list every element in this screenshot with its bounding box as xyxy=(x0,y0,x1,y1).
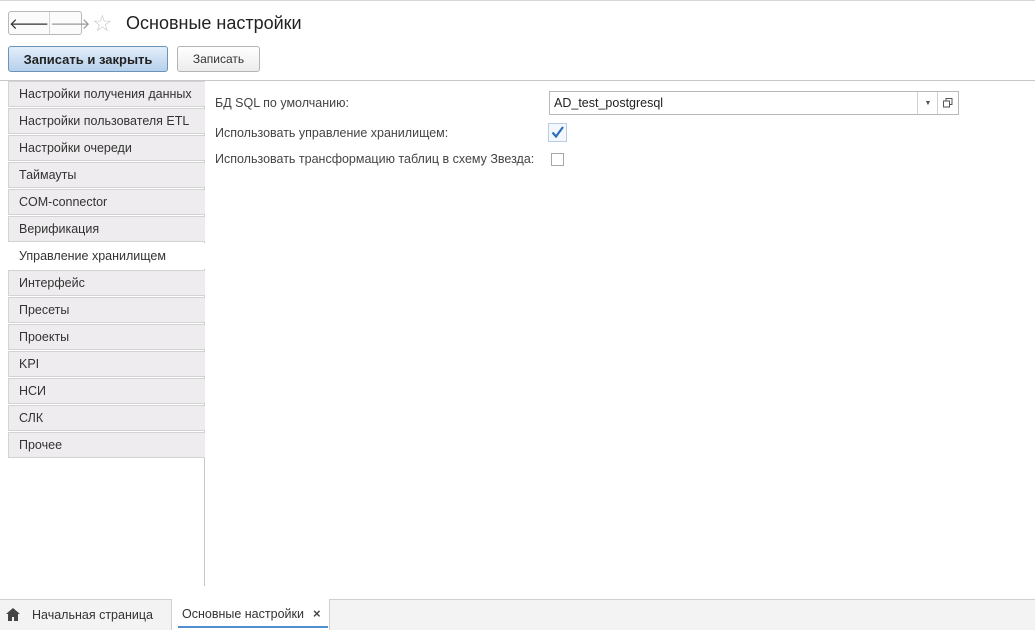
db-sql-label: БД SQL по умолчанию: xyxy=(215,96,349,110)
dropdown-button[interactable]: ▼ xyxy=(917,92,938,114)
close-icon[interactable]: × xyxy=(313,606,321,621)
db-sql-value: AD_test_postgresql xyxy=(554,96,664,110)
tab-main-settings-label: Основные настройки xyxy=(182,607,304,621)
home-icon[interactable] xyxy=(6,608,20,621)
sidebar-item-interface[interactable]: Интерфейс xyxy=(8,270,205,296)
save-button[interactable]: Записать xyxy=(177,46,260,72)
favorite-star-icon[interactable]: ☆ xyxy=(92,10,113,36)
sidebar-item-slk[interactable]: СЛК xyxy=(8,405,205,431)
storage-management-checkbox[interactable] xyxy=(548,123,567,142)
settings-panel: БД SQL по умолчанию: AD_test_postgresql … xyxy=(205,81,1035,586)
sidebar-item-timeouts[interactable]: Таймауты xyxy=(8,162,205,188)
open-reference-button[interactable] xyxy=(937,92,958,114)
home-tab-label[interactable]: Начальная страница xyxy=(32,608,153,622)
checkmark-icon xyxy=(551,126,564,139)
sidebar-item-kpi[interactable]: KPI xyxy=(8,351,205,377)
forward-arrow-icon: 🡒 xyxy=(50,15,91,33)
page-title: Основные настройки xyxy=(126,13,302,33)
star-schema-checkbox[interactable] xyxy=(551,153,564,166)
dropdown-arrow-icon: ▼ xyxy=(924,99,932,107)
sidebar-item-com-connector[interactable]: COM-connector xyxy=(8,189,205,215)
sidebar-item-etl-user[interactable]: Настройки пользователя ETL xyxy=(8,108,205,134)
storage-management-label: Использовать управление хранилищем: xyxy=(215,126,449,140)
back-arrow-icon: 🡐 xyxy=(9,15,50,33)
sidebar-item-presets[interactable]: Пресеты xyxy=(8,297,205,323)
form-header: 🡐 🡒 ☆ Основные настройки Записать и закр… xyxy=(0,0,1035,81)
open-window-icon xyxy=(943,98,953,108)
main-window: 🡐 🡒 ☆ Основные настройки Записать и закр… xyxy=(0,0,1035,630)
active-tab-indicator xyxy=(178,626,328,628)
tab-main-settings[interactable]: Основные настройки × xyxy=(171,599,330,630)
sidebar-item-storage-management[interactable]: Управление хранилищем xyxy=(8,243,206,269)
star-schema-label: Использовать трансформацию таблиц в схем… xyxy=(215,152,535,166)
navigation-buttons: 🡐 🡒 xyxy=(8,11,90,35)
sidebar-item-data-retrieval[interactable]: Настройки получения данных xyxy=(8,81,205,107)
open-windows-bar: Начальная страница Основные настройки × xyxy=(0,599,1035,630)
sidebar-item-verification[interactable]: Верификация xyxy=(8,216,205,242)
forward-button[interactable]: 🡒 xyxy=(50,12,90,34)
sidebar-item-nsi[interactable]: НСИ xyxy=(8,378,205,404)
back-button[interactable]: 🡐 xyxy=(9,12,51,34)
sidebar-item-projects[interactable]: Проекты xyxy=(8,324,205,350)
sidebar-item-queue[interactable]: Настройки очереди xyxy=(8,135,205,161)
db-sql-select[interactable]: AD_test_postgresql ▼ xyxy=(549,91,959,115)
sidebar-item-other[interactable]: Прочее xyxy=(8,432,205,458)
save-and-close-button[interactable]: Записать и закрыть xyxy=(8,46,168,72)
settings-sidebar: Настройки получения данных Настройки пол… xyxy=(8,81,206,586)
